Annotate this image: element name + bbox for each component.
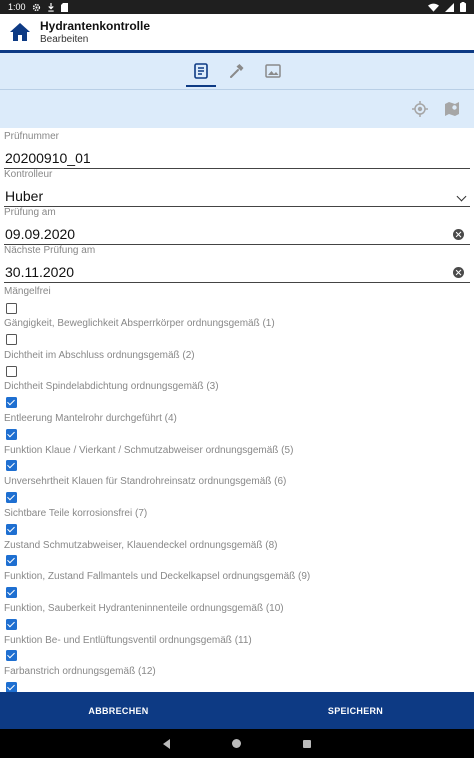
pruefung-am-field[interactable]: Prüfung am 09.09.2020	[4, 207, 470, 245]
check-label: Farbanstrich ordnungsgemäß (12)	[4, 666, 156, 677]
tab-images[interactable]	[259, 57, 287, 85]
check-label: Funktion, Sauberkeit Hydranteninnenteile…	[4, 603, 284, 614]
checkbox[interactable]	[6, 524, 17, 535]
save-button[interactable]: SPEICHERN	[237, 692, 474, 729]
check-label: Gängigkeit, Beweglichkeit Absperrkörper …	[4, 318, 275, 329]
system-nav-bar	[0, 729, 474, 758]
checkbox[interactable]	[6, 397, 17, 408]
checkbox[interactable]	[6, 650, 17, 661]
check-label: Unversehrtheit Klauen für Standrohreinsa…	[4, 476, 287, 487]
checkbox[interactable]	[6, 492, 17, 503]
tab-tools[interactable]	[223, 57, 251, 85]
sd-card-icon	[60, 2, 68, 12]
app-bar: Hydrantenkontrolle Bearbeiten	[0, 14, 474, 50]
page-subtitle: Bearbeiten	[40, 33, 89, 45]
gps-location-icon[interactable]	[412, 101, 428, 117]
checkbox[interactable]	[6, 303, 17, 314]
check-label: Entleerung Mantelrohr durchgeführt (4)	[4, 413, 177, 424]
tab-bar	[0, 53, 474, 89]
pruefnummer-input[interactable]: 20200910_01	[4, 148, 470, 168]
tool-strip	[0, 90, 474, 128]
image-icon	[265, 64, 281, 78]
naechste-pruefung-underline	[4, 282, 470, 283]
settings-icon	[32, 3, 40, 11]
checkbox[interactable]	[6, 429, 17, 440]
check-label: Funktion Klaue / Vierkant / Schmutzabwei…	[4, 445, 294, 456]
action-bar: ABBRECHEN SPEICHERN	[0, 692, 474, 729]
checkbox[interactable]	[6, 619, 17, 630]
home-icon	[10, 23, 30, 41]
kontrolleur-field[interactable]: Kontrolleur Huber	[4, 169, 470, 207]
wifi-icon	[428, 3, 439, 12]
status-bar: 1:00	[0, 0, 474, 14]
home-button[interactable]	[0, 14, 40, 50]
checkbox[interactable]	[6, 334, 17, 345]
check-label: Sichtbare Teile korrosionsfrei (7)	[4, 508, 148, 519]
clear-icon[interactable]	[453, 229, 464, 240]
pruefung-am-label: Prüfung am	[4, 207, 56, 218]
naechste-pruefung-field[interactable]: Nächste Prüfung am 30.11.2020	[4, 245, 470, 283]
battery-icon	[460, 2, 466, 12]
back-icon[interactable]	[163, 738, 170, 749]
page-title: Hydrantenkontrolle	[40, 18, 151, 33]
status-time: 1:00	[8, 2, 26, 12]
home-circle-icon[interactable]	[232, 739, 241, 748]
download-icon	[47, 2, 54, 12]
checkbox[interactable]	[6, 366, 17, 377]
pruefung-am-input[interactable]: 09.09.2020	[4, 224, 470, 244]
kontrolleur-select[interactable]: Huber	[4, 186, 470, 206]
checkbox[interactable]	[6, 587, 17, 598]
cancel-button[interactable]: ABBRECHEN	[0, 692, 237, 729]
recent-apps-icon[interactable]	[303, 739, 311, 748]
map-marker-icon[interactable]	[444, 101, 460, 117]
clear-icon[interactable]	[453, 267, 464, 278]
signal-icon	[445, 2, 454, 12]
form-icon	[194, 63, 208, 79]
tab-form[interactable]	[186, 57, 216, 87]
check-label: Funktion Be- und Entlüftungsventil ordnu…	[4, 635, 252, 646]
check-label: Mängelfrei	[4, 286, 51, 297]
checkbox[interactable]	[6, 555, 17, 566]
kontrolleur-label: Kontrolleur	[4, 169, 53, 180]
naechste-pruefung-label: Nächste Prüfung am	[4, 245, 96, 256]
check-label: Funktion, Zustand Fallmantels und Deckel…	[4, 571, 311, 582]
check-label: Dichtheit Spindelabdichtung ordnungsgemä…	[4, 381, 219, 392]
check-label: Dichtheit im Abschluss ordnungsgemäß (2)	[4, 350, 195, 361]
checkbox[interactable]	[6, 460, 17, 471]
naechste-pruefung-input[interactable]: 30.11.2020	[4, 262, 470, 282]
pruefnummer-label: Prüfnummer	[4, 131, 60, 142]
pruefnummer-field[interactable]: Prüfnummer 20200910_01	[4, 131, 470, 169]
check-label: Zustand Schmutzabweiser, Klauendeckel or…	[4, 540, 278, 551]
hammer-icon	[230, 64, 244, 78]
